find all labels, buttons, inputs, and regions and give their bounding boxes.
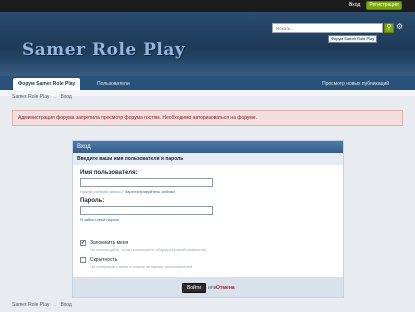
search-input[interactable]	[272, 23, 383, 33]
login-panel-subtitle: Введите ваши имя пользователя и пароль	[73, 153, 343, 165]
breadcrumb-root[interactable]: Samer Role Play	[12, 302, 50, 308]
breadcrumb-bottom: Samer Role Play → Вход	[12, 302, 72, 308]
username-field[interactable]	[80, 178, 213, 187]
anonymous-checkbox[interactable]	[80, 257, 86, 263]
tab-members[interactable]: Пользователи	[92, 78, 135, 90]
anonymous-desc: Не отображать меня в списке активных пол…	[90, 264, 193, 269]
search-icon[interactable]: ⚲	[384, 23, 394, 33]
password-label: Пароль:	[80, 198, 105, 204]
login-panel: Вход Введите ваши имя пользователя и пар…	[72, 140, 344, 298]
site-logo[interactable]: Samer Role Play	[22, 40, 185, 60]
breadcrumb-root[interactable]: Samer Role Play	[12, 94, 50, 100]
username-label: Имя пользователя:	[80, 170, 138, 176]
sign-in-button[interactable]: Войти	[182, 283, 206, 293]
site-header: ⚲ ⚙ Форум Samer Role Play Samer Role Pla…	[0, 12, 415, 76]
view-new-content-link[interactable]: Просмотр новых публикаций	[317, 78, 394, 90]
register-button[interactable]: Регистрация	[366, 1, 402, 10]
remember-me-checkbox[interactable]: ✔	[80, 240, 86, 246]
breadcrumb-separator: →	[52, 302, 58, 308]
forgot-password-link[interactable]: Я забыл свой пароль	[80, 217, 120, 222]
login-panel-footer: Войти или Отмена	[73, 277, 343, 297]
remember-me-label: Запомнить меня	[90, 240, 129, 246]
breadcrumb-separator: →	[52, 94, 58, 100]
gear-icon[interactable]: ⚙	[396, 22, 403, 31]
register-hint-text: Нужна учетная запись?	[80, 189, 124, 194]
search-scope-tooltip: Форум Samer Role Play	[328, 35, 378, 43]
breadcrumb-current: Вход	[60, 94, 72, 100]
register-hint: Нужна учетная запись? Зарегистрируйтесь …	[80, 189, 175, 194]
breadcrumb-current: Вход	[60, 302, 72, 308]
cancel-link[interactable]: Отмена	[216, 285, 235, 291]
login-link[interactable]: Вход	[349, 2, 360, 8]
top-bar: Вход Регистрация	[0, 0, 415, 12]
guest-restricted-alert: Администрация форума запретила просмотр …	[12, 110, 403, 126]
register-now-link[interactable]: Зарегистрируйтесь сейчас!	[125, 189, 176, 194]
tab-forum[interactable]: Форум Samer Role Play	[13, 78, 81, 90]
anonymous-label: Скрытность	[90, 257, 118, 263]
remember-me-desc: Не используйте, если используете общедос…	[90, 247, 207, 252]
main-nav: Форум Samer Role Play Пользователи Просм…	[0, 76, 415, 90]
password-field[interactable]	[80, 206, 213, 215]
breadcrumb: Samer Role Play → Вход	[12, 94, 72, 100]
login-panel-title: Вход	[73, 141, 343, 153]
